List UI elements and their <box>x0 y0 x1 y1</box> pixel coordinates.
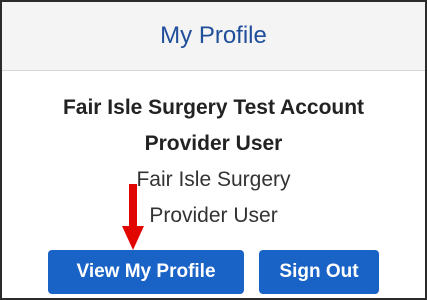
panel-body: Fair Isle Surgery Test Account Provider … <box>2 90 425 234</box>
user-role: Provider User <box>149 204 278 227</box>
account-role-heading: Provider User <box>144 132 283 155</box>
sign-out-button[interactable]: Sign Out <box>259 250 379 294</box>
panel-title: My Profile <box>160 22 267 49</box>
view-my-profile-button[interactable]: View My Profile <box>48 250 244 294</box>
account-name: Fair Isle Surgery Test Account <box>62 96 365 119</box>
annotation-arrow-icon <box>122 184 144 250</box>
profile-panel: My Profile Fair Isle Surgery Test Accoun… <box>0 0 427 300</box>
organization-name: Fair Isle Surgery <box>136 168 291 191</box>
action-buttons: View My Profile Sign Out <box>2 250 425 294</box>
panel-header: My Profile <box>2 2 425 71</box>
